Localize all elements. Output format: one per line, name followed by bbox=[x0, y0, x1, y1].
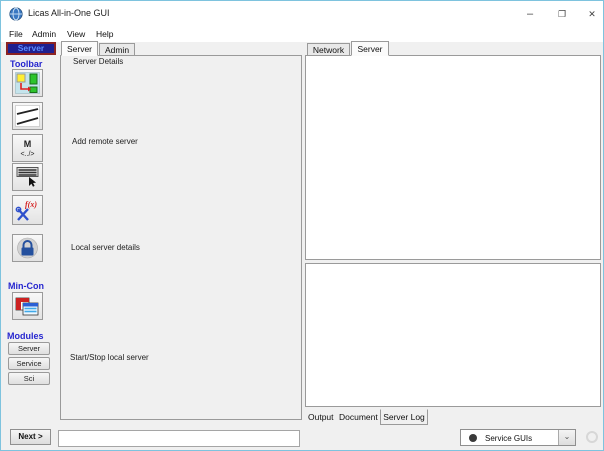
service-guis-combo[interactable]: Service GUIs ⌄ bbox=[460, 429, 576, 446]
network-diagram-tool-button[interactable] bbox=[12, 69, 43, 97]
menu-view[interactable]: View bbox=[67, 29, 85, 39]
menu-help[interactable]: Help bbox=[96, 29, 113, 39]
service-dot-icon bbox=[469, 434, 477, 442]
network-diagram-icon bbox=[15, 72, 40, 94]
module-sci-button[interactable]: Sci bbox=[8, 372, 50, 385]
server-tab-pane bbox=[60, 55, 302, 420]
log-pane bbox=[305, 263, 601, 407]
list-cursor-icon bbox=[16, 167, 39, 187]
graph-pane bbox=[305, 55, 601, 260]
lock-icon bbox=[17, 237, 38, 259]
modules-label: Modules bbox=[7, 331, 44, 341]
server-details-title: Server Details bbox=[70, 57, 127, 66]
service-guis-chevron-down-icon[interactable]: ⌄ bbox=[558, 430, 575, 445]
licas-app-window: Licas All-in-One GUI – ❐ ✕ File Admin Vi… bbox=[0, 0, 604, 451]
local-details-title: Local server details bbox=[68, 243, 143, 252]
fx-tools-tool-button[interactable]: f(x) bbox=[12, 195, 43, 225]
tab-document[interactable]: Document bbox=[339, 412, 378, 422]
menu-bar: File Admin View Help bbox=[1, 27, 603, 42]
min-con-label: Min-Con bbox=[8, 281, 44, 291]
status-ring-icon bbox=[586, 431, 598, 443]
module-server-button[interactable]: Server bbox=[8, 342, 50, 355]
svg-text:M: M bbox=[24, 139, 32, 149]
svg-text:f(x): f(x) bbox=[25, 200, 37, 209]
app-globe-icon bbox=[9, 7, 23, 21]
tab-output[interactable]: Output bbox=[308, 412, 334, 422]
windows-console-icon bbox=[15, 297, 39, 316]
tab-server-log[interactable]: Server Log bbox=[380, 409, 428, 425]
next-button[interactable]: Next > bbox=[10, 429, 51, 445]
tab-server-graph[interactable]: Server bbox=[351, 41, 389, 56]
method-xml-tool-button[interactable]: M <../> bbox=[12, 134, 43, 162]
menu-admin[interactable]: Admin bbox=[32, 29, 56, 39]
method-xml-icon: M <../> bbox=[20, 139, 34, 158]
min-console-button[interactable] bbox=[12, 292, 43, 320]
menu-file[interactable]: File bbox=[9, 29, 23, 39]
list-cursor-tool-button[interactable] bbox=[12, 163, 43, 191]
fx-tools-icon: f(x) bbox=[15, 200, 37, 221]
tab-server[interactable]: Server bbox=[61, 41, 98, 56]
lock-tool-button[interactable] bbox=[12, 234, 43, 262]
add-remote-title: Add remote server bbox=[69, 137, 141, 146]
sidebar-server-toggle[interactable]: Server bbox=[6, 42, 56, 55]
toolbar-label: Toolbar bbox=[10, 59, 43, 69]
svg-text:<../>: <../> bbox=[20, 151, 34, 158]
start-stop-title: Start/Stop local server bbox=[67, 353, 152, 362]
close-button[interactable]: ✕ bbox=[577, 1, 603, 27]
module-service-button[interactable]: Service bbox=[8, 357, 50, 370]
maximize-button[interactable]: ❐ bbox=[547, 1, 577, 27]
title-bar: Licas All-in-One GUI – ❐ ✕ bbox=[1, 1, 603, 27]
window-title: Licas All-in-One GUI bbox=[28, 8, 110, 18]
diagonal-lines-icon bbox=[15, 105, 40, 127]
minimize-button[interactable]: – bbox=[515, 1, 545, 27]
split-lines-tool-button[interactable] bbox=[12, 102, 43, 130]
service-guis-label: Service GUIs bbox=[485, 434, 533, 443]
status-field[interactable] bbox=[58, 430, 300, 447]
